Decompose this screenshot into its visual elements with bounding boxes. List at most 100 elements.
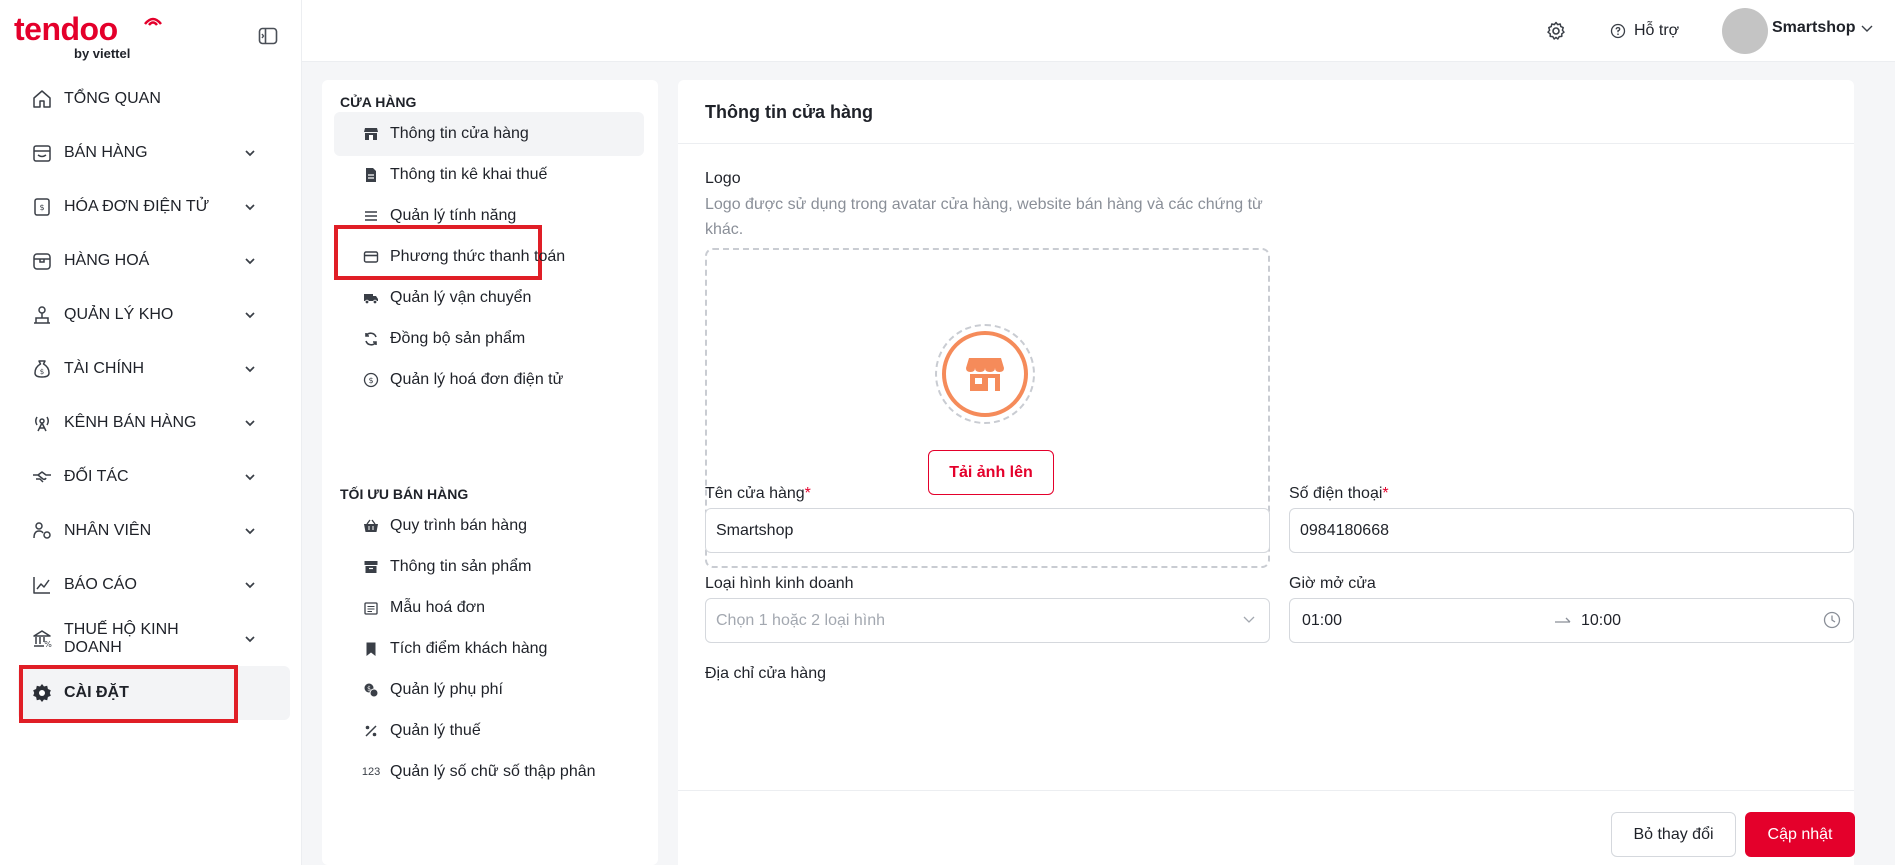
store-icon	[362, 125, 380, 143]
settings-menu-item-label: Quản lý thuế	[390, 722, 481, 739]
settings-menu-item[interactable]: Quản lý vận chuyển	[334, 276, 644, 320]
sidebar-item[interactable]: % THUẾ HỘ KINH DOANH	[18, 612, 290, 666]
clock-icon	[1823, 611, 1841, 629]
settings-menu-item[interactable]: 123 Quản lý số chữ số thập phân	[334, 750, 644, 794]
user-menu[interactable]: Smartshop	[1772, 19, 1874, 37]
chevron-down-icon[interactable]	[240, 197, 260, 217]
sidebar-item[interactable]: BÁN HÀNG	[18, 126, 290, 180]
chevron-down-icon[interactable]	[240, 575, 260, 595]
help-circle-icon	[1610, 23, 1626, 39]
sidebar-item[interactable]: HÀNG HOÁ	[18, 234, 290, 288]
settings-menu-item[interactable]: Thông tin kê khai thuế	[334, 153, 644, 197]
chevron-down-icon[interactable]	[240, 521, 260, 541]
opening-time-to[interactable]: 10:00	[1581, 612, 1621, 630]
sidebar-item[interactable]: KÊNH BÁN HÀNG	[18, 396, 290, 450]
sidebar: tendoo by viettel TỔNG QUAN BÁN HÀNG $ HÓA …	[0, 0, 302, 865]
list-icon	[362, 207, 380, 225]
settings-menu-item[interactable]: Tích điểm khách hàng	[334, 627, 644, 671]
opening-time-from[interactable]: 01:00	[1302, 612, 1342, 630]
storefront-icon	[966, 358, 1004, 391]
sidebar-nav: TỔNG QUAN BÁN HÀNG $ HÓA ĐƠN ĐIỆN TỬ HÀNG HO…	[18, 72, 290, 720]
chevron-down-icon[interactable]	[240, 251, 260, 271]
settings-menu-item[interactable]: Thông tin sản phẩm	[334, 545, 644, 589]
sidebar-item-label: TÀI CHÍNH	[64, 360, 144, 377]
archive-icon	[362, 558, 380, 576]
logo-label: Logo	[705, 170, 741, 187]
store-info-form: Thông tin cửa hàng Logo Logo được sử dụn…	[678, 80, 1854, 865]
sidebar-item[interactable]: $ HÓA ĐƠN ĐIỆN TỬ	[18, 180, 290, 234]
settings-gear-icon[interactable]	[1544, 19, 1568, 43]
settings-menu-item[interactable]: Quản lý thuế	[334, 709, 644, 753]
bank-icon: %	[30, 627, 54, 651]
business-type-select[interactable]: Chọn 1 hoặc 2 loại hình	[705, 598, 1270, 643]
upload-image-button[interactable]: Tải ảnh lên	[928, 450, 1054, 495]
receipt-icon	[362, 599, 380, 617]
top-header: Hỗ trợ Smartshop	[302, 0, 1895, 62]
money-bag-icon: $	[30, 357, 54, 381]
store-name-input[interactable]: Smartshop	[705, 508, 1270, 553]
settings-menu-item-label: Quy trình bán hàng	[390, 517, 527, 534]
settings-menu-item[interactable]: $ Quản lý phụ phí	[334, 668, 644, 712]
menu-group-title: CỬA HÀNG	[340, 94, 417, 110]
opening-hours-label: Giờ mở cửa	[1289, 575, 1376, 592]
sidebar-item[interactable]: ĐỐI TÁC	[18, 450, 290, 504]
chart-icon	[30, 573, 54, 597]
avatar[interactable]	[1722, 8, 1768, 54]
page-title: Thông tin cửa hàng	[705, 102, 874, 122]
chevron-down-icon[interactable]	[240, 305, 260, 325]
sidebar-item-label: NHÂN VIÊN	[64, 522, 152, 539]
handshake-icon	[30, 465, 54, 489]
user-name: Smartshop	[1772, 19, 1856, 36]
chevron-down-icon[interactable]	[240, 629, 260, 649]
svg-text:$: $	[39, 203, 44, 212]
basket-icon	[362, 517, 380, 535]
sidebar-item[interactable]: NHÂN VIÊN	[18, 504, 290, 558]
settings-menu-item-label: Quản lý vận chuyển	[390, 289, 532, 306]
business-type-label: Loại hình kinh doanh	[705, 575, 854, 592]
brand-logo[interactable]: tendoo by viettel	[14, 12, 164, 62]
chevron-down-icon[interactable]	[240, 413, 260, 433]
address-label: Địa chỉ cửa hàng	[705, 665, 826, 682]
svg-text:%: %	[44, 640, 52, 649]
chevron-down-icon[interactable]	[240, 359, 260, 379]
settings-menu: CỬA HÀNG TỐI ƯU BÁN HÀNG Thông tin cửa h…	[322, 80, 658, 865]
invoice-icon: $	[30, 195, 54, 219]
settings-menu-item[interactable]: Phương thức thanh toán	[334, 235, 644, 279]
update-button[interactable]: Cập nhật	[1745, 812, 1855, 857]
sidebar-item[interactable]: BÁO CÁO	[18, 558, 290, 612]
sidebar-item[interactable]: QUẢN LÝ KHO	[18, 288, 290, 342]
sidebar-item[interactable]: TỔNG QUAN	[18, 72, 290, 126]
discard-changes-button[interactable]: Bỏ thay đổi	[1611, 812, 1736, 857]
logo-hint: Logo được sử dụng trong avatar cửa hàng,…	[705, 196, 1263, 238]
phone-input[interactable]: 0984180668	[1289, 508, 1854, 553]
settings-menu-item-label: Thông tin kê khai thuế	[390, 166, 548, 183]
warehouse-icon	[30, 303, 54, 327]
store-name-label: Tên cửa hàng*	[705, 485, 811, 502]
sidebar-item-label: THUẾ HỘ KINH DOANH	[64, 621, 179, 656]
arrow-right-icon	[1555, 617, 1571, 623]
settings-menu-item[interactable]: Mẫu hoá đơn	[334, 586, 644, 630]
truck-icon	[362, 289, 380, 307]
sidebar-collapse-icon[interactable]	[256, 24, 280, 48]
divider	[678, 143, 1854, 144]
store-placeholder	[935, 324, 1035, 424]
settings-menu-item[interactable]: Đồng bộ sản phẩm	[334, 317, 644, 361]
percent-icon	[362, 722, 380, 740]
opening-hours-range[interactable]: 01:00 10:00	[1289, 598, 1854, 643]
chevron-down-icon[interactable]	[240, 143, 260, 163]
card-icon	[362, 248, 380, 266]
home-icon	[30, 87, 54, 111]
settings-menu-item[interactable]: Thông tin cửa hàng	[334, 112, 644, 156]
settings-menu-item[interactable]: $ Quản lý hoá đơn điện tử	[334, 358, 644, 402]
sync-icon	[362, 330, 380, 348]
help-link[interactable]: Hỗ trợ	[1610, 18, 1679, 44]
settings-menu-item[interactable]: Quản lý tính năng	[334, 194, 644, 238]
chevron-down-icon[interactable]	[240, 467, 260, 487]
sidebar-item[interactable]: $ TÀI CHÍNH	[18, 342, 290, 396]
sidebar-item-label: HÀNG HOÁ	[64, 252, 150, 269]
settings-menu-item-label: Thông tin cửa hàng	[390, 125, 529, 142]
help-label: Hỗ trợ	[1634, 22, 1680, 39]
settings-menu-item[interactable]: Quy trình bán hàng	[334, 504, 644, 548]
settings-menu-item-label: Quản lý hoá đơn điện tử	[390, 371, 564, 388]
brand-wave-icon	[144, 17, 162, 26]
